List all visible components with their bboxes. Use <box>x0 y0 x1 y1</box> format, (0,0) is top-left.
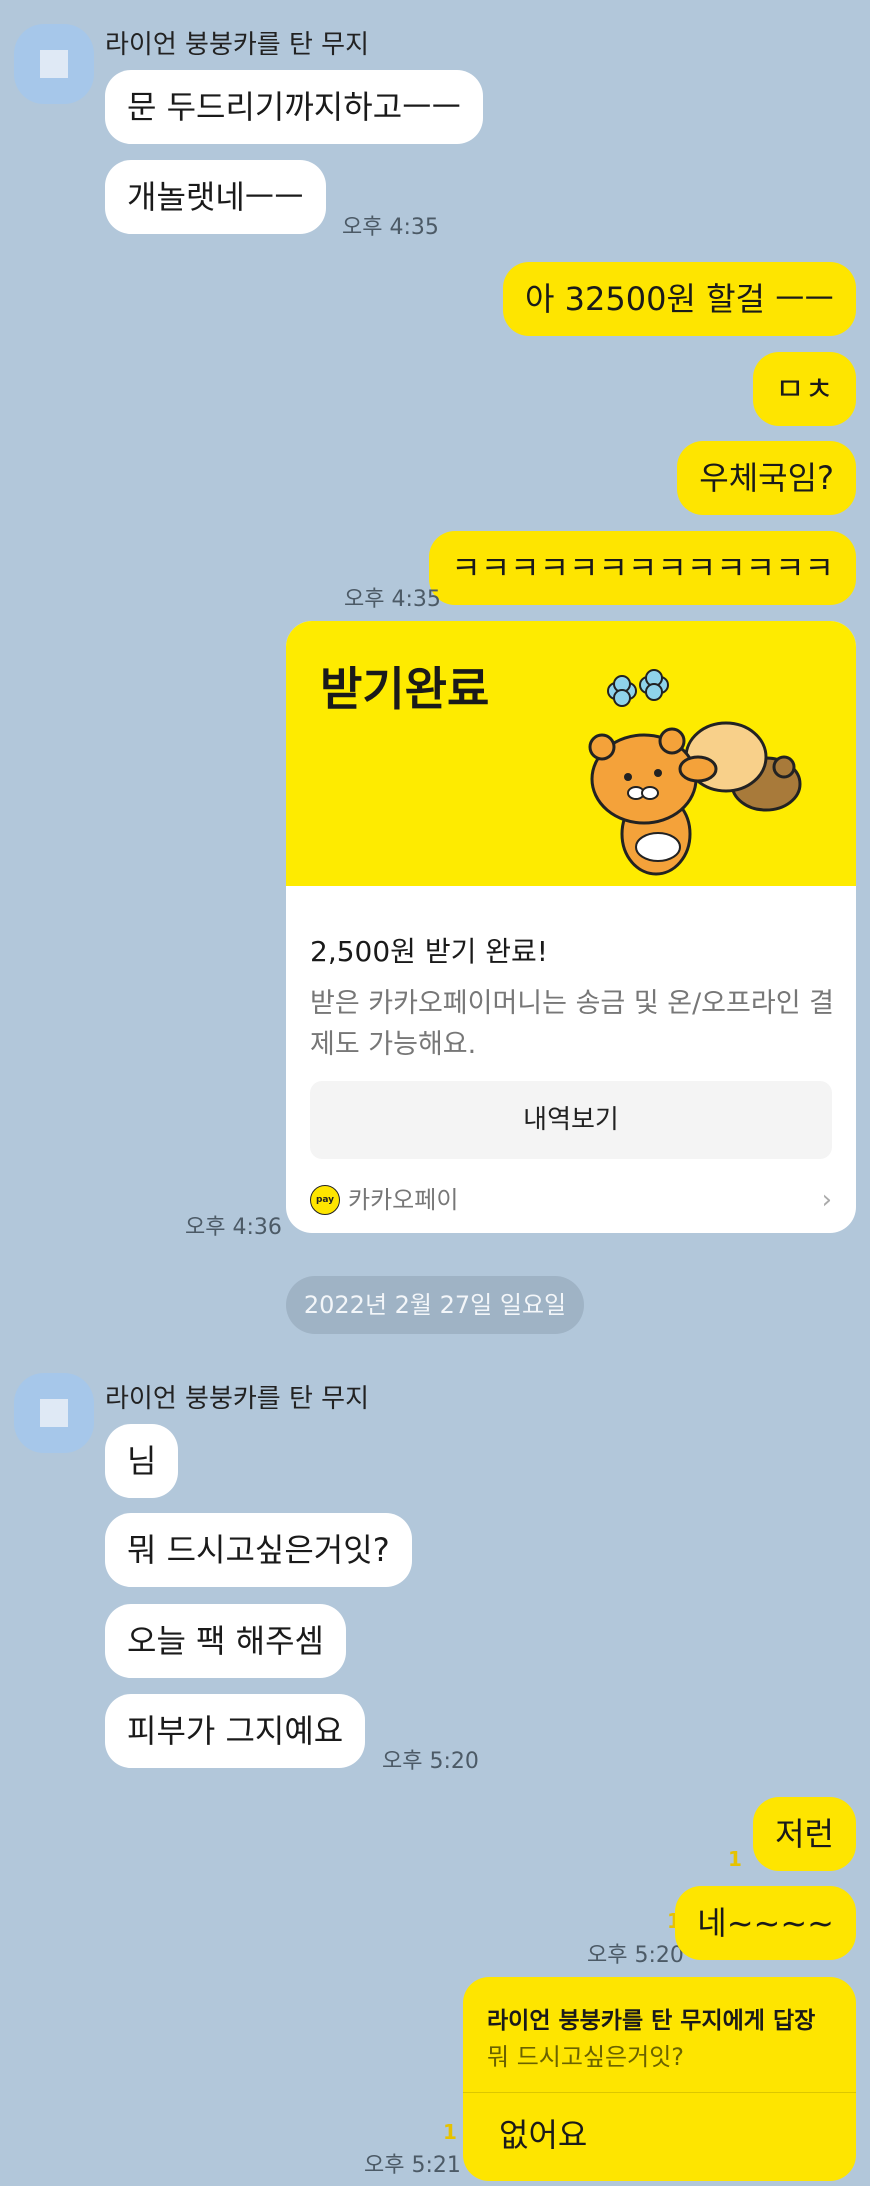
kakaopay-received-card[interactable]: 받기완료 2,500원 받기 완료! 받은 카카오페이머니는 송금 및 온/오프… <box>286 621 856 1233</box>
divider <box>463 2092 856 2093</box>
view-history-button[interactable]: 내역보기 <box>310 1081 832 1159</box>
reply-message-bubble[interactable]: 라이언 붕붕카를 탄 무지에게 답장 뭐 드시고싶은거잇? 없어요 <box>463 1977 856 2181</box>
ryan-character-illustration <box>588 669 802 876</box>
card-description: 받은 카카오페이머니는 송금 및 온/오프라인 결제도 가능해요. <box>310 988 834 1060</box>
reply-target-label: 라이언 붕붕카를 탄 무지에게 답장 <box>487 2008 816 2034</box>
sender-name: 라이언 붕붕카를 탄 무지 <box>105 1384 369 1414</box>
card-footer-link[interactable]: pay 카카오페이 › <box>310 1183 832 1217</box>
reply-quoted-text[interactable]: 뭐 드시고싶은거잇? <box>487 2037 684 2072</box>
message-time: 오후 5:21 <box>364 2153 461 2178</box>
message-bubble-incoming[interactable]: 피부가 그지예요 <box>105 1694 366 1768</box>
message-bubble-outgoing[interactable]: 아 32500원 할걸 ㅡㅡ <box>503 262 856 336</box>
chevron-right-icon: › <box>821 1185 832 1215</box>
message-bubble-incoming[interactable]: 문 두드리기까지하고ㅡㅡ <box>105 70 484 144</box>
message-bubble-incoming[interactable]: 님 <box>105 1424 179 1498</box>
avatar[interactable] <box>14 1373 94 1453</box>
message-time: 오후 4:35 <box>342 215 439 240</box>
card-title: 받기완료 <box>320 662 490 716</box>
avatar[interactable] <box>14 24 94 104</box>
message-bubble-outgoing[interactable]: 네~~~~ <box>675 1886 856 1960</box>
message-bubble-outgoing[interactable]: 저런 <box>753 1797 856 1871</box>
kakaopay-logo-icon: pay <box>310 1185 340 1215</box>
reply-message-text: 없어요 <box>499 2116 588 2154</box>
date-divider: 2022년 2월 27일 일요일 <box>286 1276 584 1334</box>
message-time: 오후 5:20 <box>587 1943 684 1968</box>
kakaopay-brand-label: 카카오페이 <box>348 1186 459 1214</box>
message-bubble-outgoing[interactable]: ㅁㅊ <box>753 352 856 426</box>
message-bubble-outgoing[interactable]: ㅋㅋㅋㅋㅋㅋㅋㅋㅋㅋㅋㅋㅋ <box>429 531 856 605</box>
message-bubble-incoming[interactable]: 오늘 팩 해주셈 <box>105 1604 346 1678</box>
message-time: 오후 4:36 <box>185 1215 282 1240</box>
message-bubble-incoming[interactable]: 개놀랫네ㅡㅡ <box>105 160 326 234</box>
message-bubble-incoming[interactable]: 뭐 드시고싶은거잇? <box>105 1513 412 1587</box>
message-time: 오후 5:20 <box>382 1749 479 1774</box>
avatar-placeholder-icon <box>40 1399 68 1427</box>
message-bubble-outgoing[interactable]: 우체국임? <box>677 441 856 515</box>
message-time: 오후 4:35 <box>344 587 441 612</box>
sender-name: 라이언 붕붕카를 탄 무지 <box>105 30 369 60</box>
avatar-placeholder-icon <box>40 50 68 78</box>
card-amount-heading: 2,500원 받기 완료! <box>310 935 548 968</box>
unread-count: 1 <box>443 2120 457 2144</box>
card-header: 받기완료 <box>286 621 856 886</box>
unread-count: 1 <box>728 1847 742 1871</box>
